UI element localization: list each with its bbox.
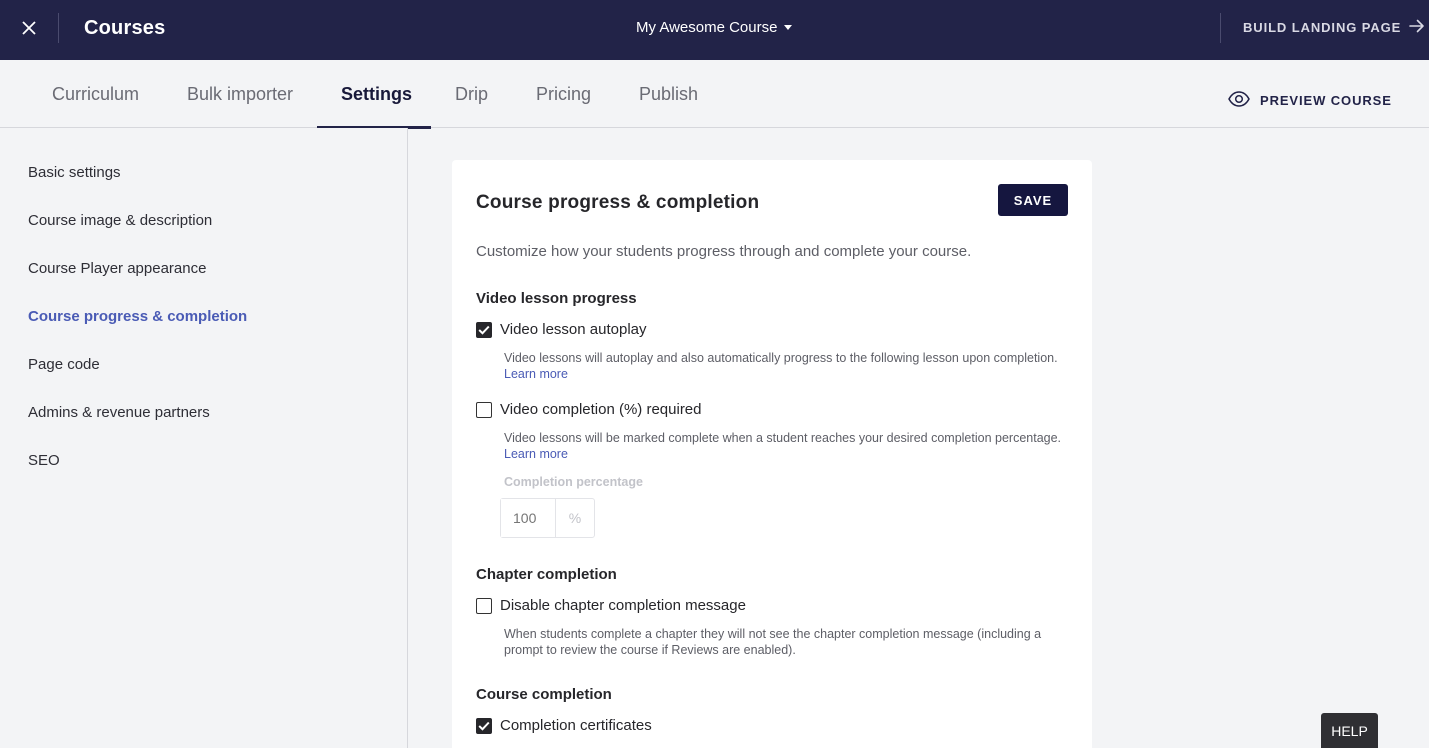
completion-percentage-input[interactable] bbox=[501, 499, 556, 537]
autoplay-help: Video lessons will autoplay and also aut… bbox=[504, 350, 1064, 382]
sidebar-item-seo[interactable]: SEO bbox=[28, 452, 60, 469]
autoplay-learn-more-link[interactable]: Learn more bbox=[504, 367, 568, 381]
tab-bar: Curriculum Bulk importer Settings Drip P… bbox=[0, 60, 1429, 129]
disable-chapter-message-checkbox-row[interactable]: Disable chapter completion message bbox=[476, 597, 746, 614]
completion-required-label: Video completion (%) required bbox=[500, 401, 702, 418]
card-title: Course progress & completion bbox=[476, 192, 760, 213]
tab-bulk-importer[interactable]: Bulk importer bbox=[163, 60, 317, 128]
build-landing-page-label: BUILD LANDING PAGE bbox=[1243, 20, 1402, 35]
eye-icon bbox=[1228, 91, 1260, 110]
close-icon bbox=[22, 20, 36, 40]
disable-chapter-message-help: When students complete a chapter they wi… bbox=[504, 627, 1042, 657]
save-button[interactable]: SAVE bbox=[998, 184, 1068, 216]
autoplay-checkbox-row[interactable]: Video lesson autoplay bbox=[476, 321, 647, 338]
completion-required-help-text: Video lessons will be marked complete wh… bbox=[504, 431, 1062, 445]
section-title-video: Video lesson progress bbox=[476, 290, 637, 307]
caret-down-icon bbox=[784, 25, 793, 30]
certificates-checkbox-row[interactable]: Completion certificates bbox=[476, 717, 652, 734]
certificates-checkbox[interactable] bbox=[476, 717, 492, 734]
settings-card: Course progress & completion SAVE Custom… bbox=[452, 160, 1092, 748]
tab-settings[interactable]: Settings bbox=[317, 60, 431, 129]
sidebar-item-basic-settings[interactable]: Basic settings bbox=[28, 164, 121, 181]
top-bar: Courses My Awesome Course BUILD LANDING … bbox=[0, 0, 1429, 60]
arrow-right-icon bbox=[1401, 19, 1425, 36]
completion-percentage-field: % bbox=[500, 498, 595, 538]
sidebar-item-course-image[interactable]: Course image & description bbox=[28, 212, 212, 229]
section-title-course-completion: Course completion bbox=[476, 686, 612, 703]
close-button[interactable] bbox=[0, 0, 58, 60]
sidebar-item-page-code[interactable]: Page code bbox=[28, 356, 100, 373]
course-selector-label: My Awesome Course bbox=[636, 19, 778, 36]
page-title: Courses bbox=[84, 17, 166, 39]
settings-sidebar: Basic settings Course image & descriptio… bbox=[0, 128, 408, 748]
autoplay-checkbox[interactable] bbox=[476, 321, 492, 338]
percent-suffix: % bbox=[568, 510, 582, 526]
completion-required-checkbox[interactable] bbox=[476, 401, 492, 418]
sidebar-item-admins-revenue[interactable]: Admins & revenue partners bbox=[28, 404, 210, 421]
section-title-chapter: Chapter completion bbox=[476, 566, 617, 583]
card-description: Customize how your students progress thr… bbox=[476, 243, 972, 260]
help-button[interactable]: HELP bbox=[1321, 713, 1378, 748]
autoplay-label: Video lesson autoplay bbox=[500, 321, 647, 338]
checkmark-icon bbox=[478, 325, 490, 335]
completion-required-checkbox-row[interactable]: Video completion (%) required bbox=[476, 401, 702, 418]
preview-course-label: PREVIEW COURSE bbox=[1260, 93, 1392, 108]
tab-drip[interactable]: Drip bbox=[431, 60, 512, 128]
completion-required-help: Video lessons will be marked complete wh… bbox=[504, 430, 1064, 462]
tab-curriculum[interactable]: Curriculum bbox=[28, 60, 163, 128]
preview-course-button[interactable]: PREVIEW COURSE bbox=[1228, 91, 1392, 110]
tab-pricing[interactable]: Pricing bbox=[512, 60, 615, 128]
completion-percentage-label: Completion percentage bbox=[504, 475, 643, 489]
course-selector[interactable]: My Awesome Course bbox=[636, 19, 793, 36]
disable-chapter-message-checkbox[interactable] bbox=[476, 597, 492, 614]
disable-chapter-message-label: Disable chapter completion message bbox=[500, 597, 746, 614]
autoplay-help-text: Video lessons will autoplay and also aut… bbox=[504, 351, 1058, 365]
sidebar-item-player-appearance[interactable]: Course Player appearance bbox=[28, 260, 206, 277]
build-landing-page-button[interactable]: BUILD LANDING PAGE bbox=[1243, 19, 1425, 36]
divider bbox=[58, 13, 59, 43]
sidebar-item-progress-completion[interactable]: Course progress & completion bbox=[28, 308, 247, 325]
completion-learn-more-link[interactable]: Learn more bbox=[504, 447, 568, 461]
checkmark-icon bbox=[478, 721, 490, 731]
divider bbox=[1220, 13, 1221, 43]
tab-publish[interactable]: Publish bbox=[615, 60, 722, 128]
certificates-label: Completion certificates bbox=[500, 717, 652, 734]
